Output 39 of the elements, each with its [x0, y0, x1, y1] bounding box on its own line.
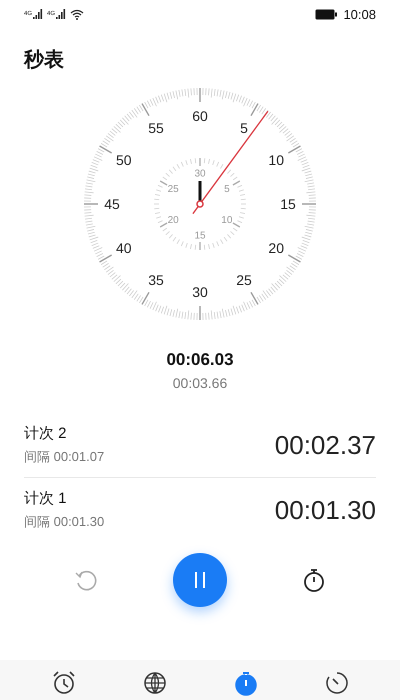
lap-interval: 间隔 00:01.07	[24, 448, 106, 466]
dial-number: 15	[280, 196, 296, 212]
dial-number: 40	[116, 240, 132, 256]
lap-time: 00:01.30	[274, 494, 376, 526]
dial-number: 25	[236, 272, 252, 288]
subdial-number: 25	[168, 184, 179, 195]
hand-pivot	[196, 200, 204, 208]
subdial-number: 15	[194, 230, 206, 242]
lap-time: 00:02.37	[274, 430, 376, 460]
timer-tab[interactable]	[324, 670, 350, 696]
dial-number: 5	[240, 120, 248, 136]
dial-number: 30	[192, 284, 208, 300]
lap-name: 计次 2	[24, 424, 68, 443]
stopwatch-tab[interactable]	[232, 670, 258, 696]
world-clock-tab[interactable]	[142, 670, 168, 696]
lap-icon	[301, 567, 327, 593]
lap-name: 计次 1	[24, 489, 68, 508]
subdial-number: 5	[224, 184, 230, 195]
minute-hand	[198, 181, 202, 202]
lap-running-time: 00:03.66	[172, 375, 228, 391]
subdial-number: 20	[168, 215, 179, 226]
lap-button[interactable]	[301, 567, 327, 593]
dial-number: 20	[268, 240, 284, 256]
dial-number: 35	[148, 272, 164, 288]
dial-number: 50	[116, 152, 132, 168]
subdial-number: 30	[194, 168, 206, 180]
wifi-icon	[70, 8, 84, 20]
battery-icon	[315, 8, 338, 20]
dial-number: 45	[104, 196, 120, 212]
page-title: 秒表	[24, 49, 64, 71]
dial-number: 60	[192, 108, 208, 124]
dial-number: 55	[148, 120, 164, 136]
clock-time: 10:08	[343, 6, 376, 22]
dial-number: 10	[268, 152, 284, 168]
pause-button[interactable]	[173, 553, 227, 607]
alarm-tab[interactable]	[50, 670, 76, 696]
elapsed-time: 00:06.03	[166, 350, 234, 370]
lap-interval: 间隔 00:01.30	[24, 513, 106, 531]
subdial-number: 10	[221, 215, 232, 226]
